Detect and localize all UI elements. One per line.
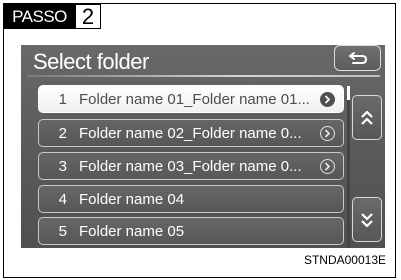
page-up-button[interactable] [352, 95, 382, 140]
chevron-right-icon[interactable] [320, 91, 335, 107]
folder-row-2[interactable]: 2 Folder name 02_Folder name 0... [38, 119, 344, 147]
folder-number: 5 [58, 222, 67, 240]
folder-number: 3 [58, 157, 67, 175]
folder-row-4[interactable]: 4 Folder name 04 [38, 185, 344, 213]
figure-frame: PASSO 2 Select folder 1 Folder name 01_F… [3, 3, 396, 278]
double-chevron-up-icon [361, 110, 373, 125]
folder-label: Folder name 04 [79, 190, 185, 208]
folder-label: Folder name 02_Folder name 0... [79, 124, 302, 142]
brand-label: PASSO [4, 4, 75, 29]
folder-label: Folder name 03_Folder name 0... [79, 157, 302, 175]
folder-number: 1 [58, 90, 67, 108]
screen-title: Select folder [33, 49, 149, 74]
double-chevron-down-icon [361, 212, 373, 227]
folder-row-1[interactable]: 1 Folder name 01_Folder name 01... [38, 85, 344, 113]
back-button[interactable] [334, 45, 381, 71]
folder-row-5[interactable]: 5 Folder name 05 [38, 217, 344, 245]
folder-label: Folder name 05 [79, 222, 185, 240]
folder-label: Folder name 01_Folder name 01... [79, 90, 310, 108]
page-down-button[interactable] [352, 197, 382, 242]
folder-number: 4 [58, 190, 67, 208]
chevron-right-icon[interactable] [320, 125, 335, 141]
title-divider [27, 75, 380, 77]
display-screen: Select folder 1 Folder name 01_Folder na… [21, 45, 385, 248]
step-number: 2 [75, 4, 101, 29]
return-arrow-icon [348, 52, 367, 64]
folder-number: 2 [58, 124, 67, 142]
figure-caption: STNDA00013E [303, 253, 386, 267]
chevron-right-icon[interactable] [320, 158, 335, 174]
scroll-thumb[interactable] [347, 86, 350, 100]
folder-row-3[interactable]: 3 Folder name 03_Folder name 0... [38, 152, 344, 180]
list-scrollbar[interactable] [347, 86, 350, 248]
